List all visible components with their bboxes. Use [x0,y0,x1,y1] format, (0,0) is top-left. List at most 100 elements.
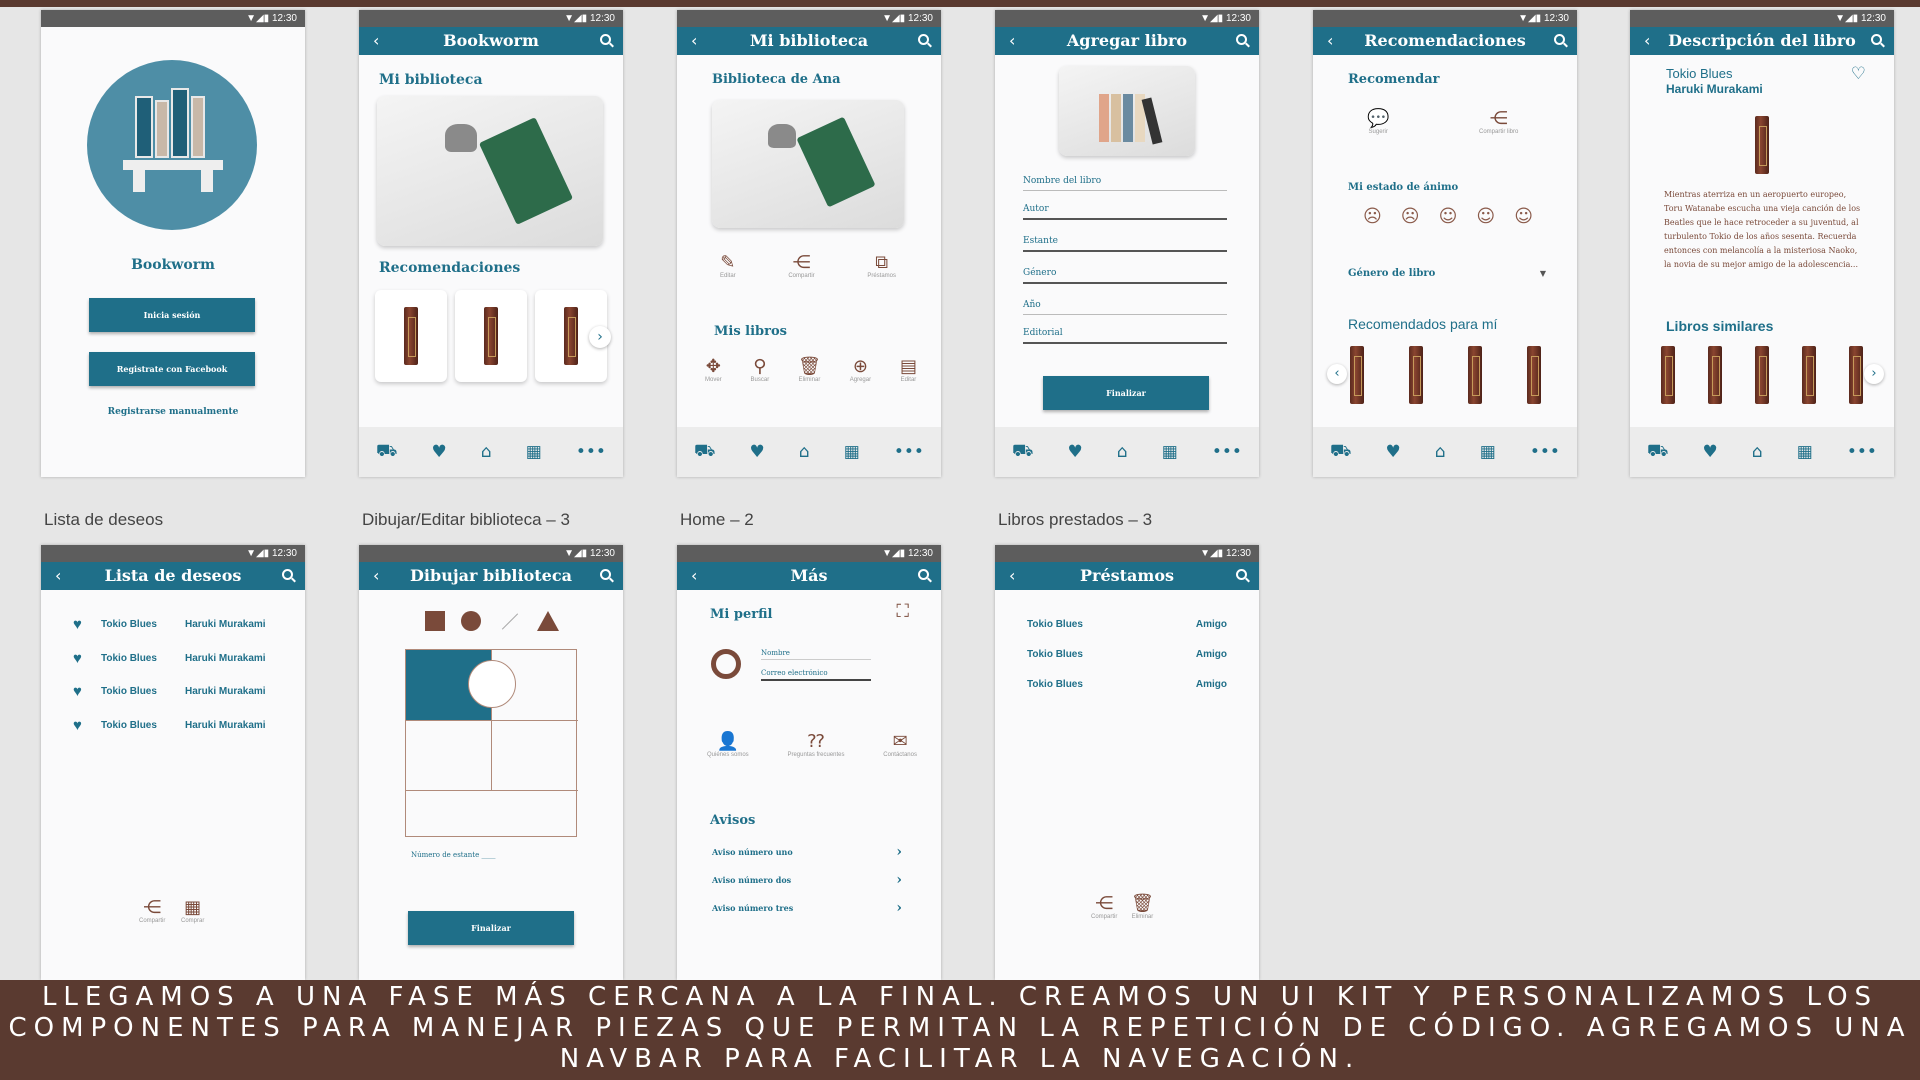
back-icon[interactable]: ‹ [373,27,379,55]
edit-book-action[interactable]: ▤ Editar [900,356,917,383]
share-action[interactable]: ⋲ Compartir [788,252,814,279]
nav-books-icon[interactable]: ▦ [1797,442,1813,462]
nav-home-icon[interactable]: ⌂ [1752,442,1763,462]
nav-heart-icon[interactable]: ♥ [1703,442,1718,462]
nav-books-icon[interactable]: ▦ [1480,442,1496,462]
angry-face-icon[interactable]: ☹ [1363,206,1382,227]
contact-option[interactable]: ✉ Contáctanos [883,731,917,758]
back-icon[interactable]: ‹ [55,562,61,590]
login-button[interactable]: Inicia sesión [89,298,255,332]
avatar[interactable] [711,649,741,679]
loans-action[interactable]: ⧉ Préstamos [867,252,896,279]
nav-library-icon[interactable]: ⛟ [1330,441,1351,463]
line-tool-icon[interactable] [501,613,519,630]
book-cover[interactable] [1754,346,1769,404]
library-photo[interactable] [712,100,904,228]
facebook-register-button[interactable]: Registrate con Facebook [89,352,255,386]
nav-books-icon[interactable]: ▦ [526,442,542,462]
book-card[interactable] [455,290,527,382]
search-action[interactable]: ⚲ Buscar [751,356,770,383]
loan-row[interactable]: Tokio Blues Amigo [1027,619,1227,630]
nav-home-icon[interactable]: ⌂ [799,442,810,462]
name-field[interactable]: Nombre [761,649,871,660]
search-icon[interactable] [1236,569,1247,580]
book-cover[interactable] [1467,346,1482,404]
book-name-field[interactable]: Nombre del libro [1023,176,1227,191]
back-icon[interactable]: ‹ [1327,27,1333,55]
year-field[interactable]: Año [1023,300,1227,315]
shelf-number-field[interactable]: Número de estante ____ [411,851,495,859]
carousel-next-icon[interactable]: › [1864,364,1884,384]
logout-icon[interactable]: ⛶ [896,601,909,622]
sad-face-icon[interactable]: ☹ [1401,206,1420,227]
nav-more-icon[interactable]: ••• [894,442,924,462]
nav-heart-icon[interactable]: ♥ [1068,442,1083,462]
nav-library-icon[interactable]: ⛟ [1012,441,1033,463]
back-icon[interactable]: ‹ [691,562,697,590]
book-cover[interactable] [1660,346,1675,404]
back-icon[interactable]: ‹ [373,562,379,590]
nav-more-icon[interactable]: ••• [1530,442,1560,462]
notice-row[interactable]: Aviso número uno › [712,844,902,860]
search-icon[interactable] [600,34,611,45]
genre-dropdown[interactable]: Género de libro ▼ [1348,268,1546,279]
square-tool-icon[interactable] [425,611,445,631]
book-card[interactable]: › [535,290,611,382]
email-field[interactable]: Correo electrónico [761,669,871,681]
book-cover[interactable] [1707,346,1722,404]
nav-library-icon[interactable]: ⛟ [1647,441,1668,463]
carousel-prev-icon[interactable]: ‹ [1327,364,1347,384]
search-icon[interactable] [918,34,929,45]
share-action[interactable]: ⋲ Compartir [139,897,165,924]
delete-action[interactable]: 🗑 Eliminar [1131,893,1154,920]
nav-heart-icon[interactable]: ♥ [750,442,765,462]
search-icon[interactable] [1236,34,1247,45]
finish-button[interactable]: Finalizar [408,911,574,945]
search-icon[interactable] [918,569,929,580]
nav-books-icon[interactable]: ▦ [844,442,860,462]
book-cover[interactable] [1849,346,1864,404]
finish-button[interactable]: Finalizar [1043,376,1209,410]
back-icon[interactable]: ‹ [1009,27,1015,55]
book-cover[interactable] [1408,346,1423,404]
genre-field[interactable]: Género [1023,268,1227,284]
search-icon[interactable] [1554,34,1565,45]
book-photo[interactable] [1059,66,1195,156]
faq-option[interactable]: ⁇ Preguntas frecuentes [787,731,844,758]
book-cover[interactable] [1526,346,1541,404]
book-cover[interactable] [1349,346,1364,404]
delete-action[interactable]: 🗑 Eliminar [798,356,821,383]
notice-row[interactable]: Aviso número dos › [712,872,902,888]
nav-more-icon[interactable]: ••• [1847,442,1877,462]
neutral-face-icon[interactable]: ☺ [1439,206,1458,227]
favorite-heart-icon[interactable]: ♡ [1851,64,1866,84]
share-action[interactable]: ⋲ Compartir [1091,893,1117,920]
shelf-field[interactable]: Estante [1023,236,1227,252]
author-field[interactable]: Autor [1023,204,1227,220]
book-card[interactable] [375,290,447,382]
laughing-face-icon[interactable]: ☺ [1514,206,1533,227]
drawing-canvas[interactable] [405,649,578,837]
book-cover[interactable] [1802,346,1817,404]
nav-library-icon[interactable]: ⛟ [376,441,397,463]
loan-row[interactable]: Tokio Blues Amigo [1027,679,1227,690]
nav-heart-icon[interactable]: ♥ [432,442,447,462]
back-icon[interactable]: ‹ [1644,27,1650,55]
publisher-field[interactable]: Editorial [1023,328,1227,344]
add-action[interactable]: ⊕ Agregar [850,356,871,383]
notice-row[interactable]: Aviso número tres › [712,900,902,916]
nav-more-icon[interactable]: ••• [1212,442,1242,462]
loan-row[interactable]: Tokio Blues Amigo [1027,649,1227,660]
buy-action[interactable]: ▦ Comprar [181,897,204,924]
library-photo[interactable] [377,96,603,246]
search-icon[interactable] [600,569,611,580]
search-icon[interactable] [282,569,293,580]
happy-face-icon[interactable]: ☺ [1476,206,1495,227]
back-icon[interactable]: ‹ [691,27,697,55]
about-us-option[interactable]: 👤 Quiénes somos [707,731,749,758]
manual-register-link[interactable]: Registrarse manualmente [41,407,305,417]
nav-home-icon[interactable]: ⌂ [1435,442,1446,462]
nav-home-icon[interactable]: ⌂ [1117,442,1128,462]
nav-library-icon[interactable]: ⛟ [694,441,715,463]
nav-books-icon[interactable]: ▦ [1162,442,1178,462]
